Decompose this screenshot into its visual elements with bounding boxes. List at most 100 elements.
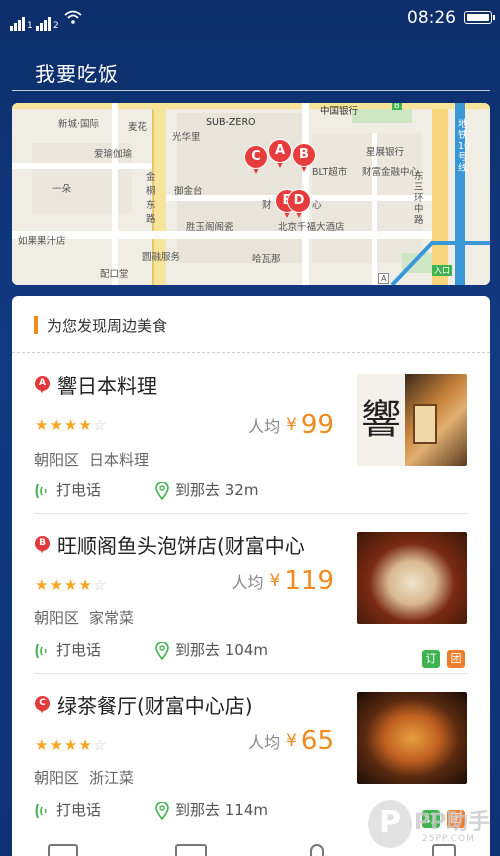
- star-empty-icon: ☆: [92, 416, 108, 434]
- map-label-qianfu: 北京千福大酒店: [278, 222, 345, 233]
- restaurant-item[interactable]: A 響日本料理 ★★★★☆ 人均 ¥99 朝阳区 日本料理 打电话 到那去 32m …: [12, 354, 490, 514]
- status-bar: 1 2 08:26: [0, 0, 500, 36]
- map-pin-c[interactable]: C: [244, 145, 268, 175]
- star-icon: ★: [49, 736, 64, 754]
- map-pin-a[interactable]: A: [268, 139, 292, 169]
- district-label: 朝阳区: [34, 769, 80, 787]
- map-label-tong: 桐: [146, 186, 156, 197]
- nav-home-icon[interactable]: [48, 844, 78, 856]
- location-pin-icon: [155, 481, 169, 500]
- map-pin-b[interactable]: B: [292, 143, 316, 173]
- cuisine-label: 日本料理: [89, 451, 150, 469]
- map-view[interactable]: 中国银行 新城·国际 麦花 SUB-ZERO 星展银行 爱瑜伽瑜 光华里 BLT…: [12, 103, 490, 285]
- star-icon: ★: [35, 576, 50, 594]
- map-label-dong: 东: [146, 200, 156, 211]
- map-label-peiji: 配口堂: [100, 269, 129, 280]
- watermark-logo: P PP助手 25PP.COM: [368, 800, 496, 854]
- title-divider: [12, 90, 490, 91]
- map-label-jin: 金: [146, 172, 156, 183]
- map-label-metro: 地铁10号线: [458, 119, 471, 174]
- call-button[interactable]: 打电话: [34, 479, 101, 500]
- star-icon: ★: [35, 736, 50, 754]
- map-label-hahaina: 哈瓦那: [252, 254, 281, 265]
- map-label-shengyu: 胜玉阁阁瓷: [186, 222, 234, 233]
- navigate-button[interactable]: 到那去 104m: [155, 639, 268, 660]
- map-label-caifu: 财富金融中心: [362, 167, 420, 178]
- star-icon: ★: [78, 416, 93, 434]
- booking-tag: 订: [422, 650, 440, 668]
- page-title: 我要吃饭: [35, 62, 119, 86]
- marker-badge: B: [35, 536, 50, 553]
- battery-icon: [464, 11, 495, 24]
- map-marker-a: A: [378, 273, 390, 284]
- call-button[interactable]: 打电话: [34, 639, 101, 660]
- restaurant-thumbnail[interactable]: [357, 692, 467, 784]
- map-label-maikelong: 麦花: [128, 122, 148, 133]
- location-pin-icon: [155, 641, 169, 660]
- map-label-subzero: SUB-ZERO: [206, 117, 256, 128]
- star-empty-icon: ☆: [92, 576, 108, 594]
- star-icon: ★: [63, 576, 79, 594]
- restaurant-thumbnail[interactable]: [357, 532, 467, 624]
- signal-sim2-icon: 2: [36, 12, 59, 31]
- restaurant-name[interactable]: 旺顺阁鱼头泡饼店(财富中心: [57, 530, 305, 559]
- section-title: 为您发现周边美食: [47, 317, 168, 335]
- phone-icon: [35, 643, 47, 658]
- phone-icon: [35, 803, 47, 818]
- map-label-blt: BLT超市: [312, 167, 348, 178]
- map-label-xincheng: 新城·国际: [58, 119, 100, 130]
- marker-badge: A: [35, 376, 50, 393]
- map-label-guangming: 光华里: [172, 132, 201, 143]
- restaurant-tags: 朝阳区 日本料理: [34, 449, 149, 470]
- cuisine-label: 浙江菜: [89, 769, 135, 787]
- rating-stars: ★★★★☆: [35, 736, 107, 754]
- nav-message-icon[interactable]: [175, 844, 207, 856]
- star-icon: ★: [63, 736, 79, 754]
- star-icon: ★: [49, 576, 64, 594]
- district-label: 朝阳区: [34, 451, 80, 469]
- map-label-aiyu: 爱瑜伽瑜: [94, 149, 133, 160]
- map-label-yuanrui: 圆融服务: [142, 252, 181, 263]
- restaurant-name[interactable]: 绿茶餐厅(财富中心店): [57, 690, 253, 719]
- navigate-button[interactable]: 到那去 114m: [155, 799, 268, 820]
- map-label-yujintai: 御金台: [174, 186, 203, 197]
- restaurant-thumbnail[interactable]: 響: [357, 374, 467, 466]
- section-divider: [12, 352, 490, 353]
- section-accent-bar: [34, 316, 38, 334]
- restaurant-name[interactable]: 響日本料理: [57, 370, 157, 399]
- cuisine-label: 家常菜: [89, 609, 135, 627]
- wifi-icon: [64, 10, 82, 24]
- nav-profile-icon[interactable]: [310, 844, 324, 856]
- district-label: 朝阳区: [34, 609, 80, 627]
- map-label-rujia: 如果果汁店: [18, 236, 66, 247]
- map-label-dongsanhuan: 东三环中路: [414, 171, 424, 226]
- avg-price: 人均 ¥65: [248, 726, 334, 756]
- clock: 08:26: [407, 8, 456, 28]
- map-label-xin: 心: [312, 200, 322, 211]
- star-icon: ★: [49, 416, 64, 434]
- restaurant-tags: 朝阳区 浙江菜: [34, 767, 134, 788]
- avg-price: 人均 ¥99: [248, 410, 334, 440]
- navigate-button[interactable]: 到那去 32m: [155, 479, 258, 500]
- signal-sim1-icon: 1: [10, 12, 33, 31]
- map-pin-d[interactable]: D: [287, 189, 311, 219]
- map-label-bank: 中国银行: [320, 106, 359, 117]
- star-icon: ★: [78, 736, 93, 754]
- map-label-exit: 入口: [432, 265, 452, 276]
- group-buy-tag: 团: [447, 650, 465, 668]
- food-list-card: 为您发现周边美食 A 響日本料理 ★★★★☆ 人均 ¥99 朝阳区 日本料理 打电话…: [12, 296, 490, 856]
- star-icon: ★: [35, 416, 50, 434]
- call-button[interactable]: 打电话: [34, 799, 101, 820]
- map-label-yiduo: 一朵: [52, 184, 72, 195]
- restaurant-tags: 朝阳区 家常菜: [34, 607, 134, 628]
- phone-icon: [35, 483, 47, 498]
- rating-stars: ★★★★☆: [35, 576, 107, 594]
- star-empty-icon: ☆: [92, 736, 108, 754]
- map-label-caifu2: 财: [262, 200, 272, 211]
- map-label-lu: 路: [146, 214, 156, 225]
- avg-price: 人均 ¥119: [231, 566, 334, 596]
- map-label-star-bank: 星展银行: [366, 147, 405, 158]
- location-pin-icon: [155, 801, 169, 820]
- restaurant-item[interactable]: B 旺顺阁鱼头泡饼店(财富中心 ★★★★☆ 人均 ¥119 朝阳区 家常菜 打电话 …: [12, 514, 490, 674]
- star-icon: ★: [78, 576, 93, 594]
